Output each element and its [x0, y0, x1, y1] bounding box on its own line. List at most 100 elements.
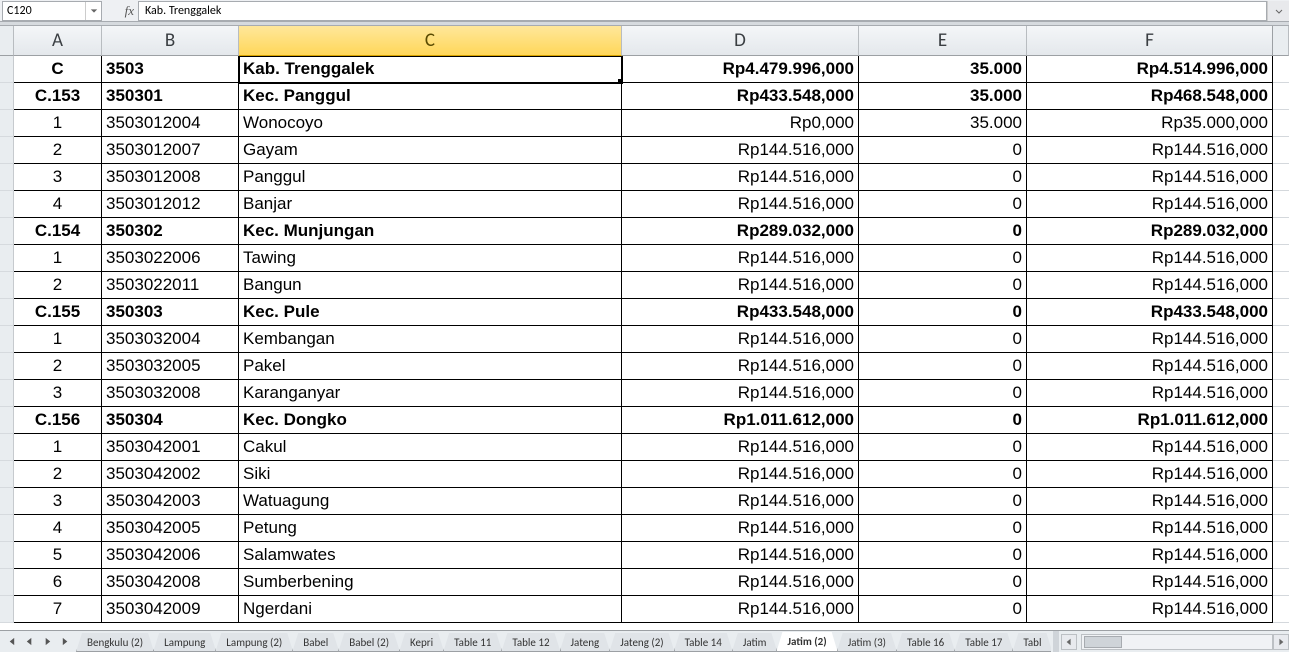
cell[interactable]: Rp144.516,000	[622, 191, 859, 218]
col-header-D[interactable]: D	[622, 26, 859, 56]
cell[interactable]: Watuagung	[239, 488, 622, 515]
cell[interactable]: 0	[859, 353, 1027, 380]
cell[interactable]: 7	[14, 596, 102, 623]
cell[interactable]: Cakul	[239, 434, 622, 461]
sheet-tab[interactable]: Lampung	[153, 633, 216, 652]
cell[interactable]: Rp144.516,000	[1027, 164, 1273, 191]
sheet-tab[interactable]: Babel	[292, 633, 339, 652]
cell[interactable]: 0	[859, 596, 1027, 623]
col-header-E[interactable]: E	[859, 26, 1027, 56]
cell[interactable]: 3503042006	[102, 542, 239, 569]
cell[interactable]: C	[14, 56, 102, 83]
cell[interactable]: Rp144.516,000	[622, 380, 859, 407]
cell[interactable]: Gayam	[239, 137, 622, 164]
cell[interactable]: Ngerdani	[239, 596, 622, 623]
cell[interactable]: Rp1.011.612,000	[622, 407, 859, 434]
col-header-F[interactable]: F	[1027, 26, 1273, 56]
cell[interactable]: Kab. Trenggalek	[239, 56, 622, 83]
hscroll-left-button[interactable]	[1061, 634, 1077, 650]
cell[interactable]: Rp144.516,000	[1027, 380, 1273, 407]
cell[interactable]: Kec. Pule	[239, 299, 622, 326]
cell[interactable]: Rp4.479.996,000	[622, 56, 859, 83]
cell[interactable]: 5	[14, 542, 102, 569]
sheet-tab[interactable]: Jatim (3)	[837, 633, 897, 652]
cell[interactable]: 3503042008	[102, 569, 239, 596]
cell[interactable]: 3503032005	[102, 353, 239, 380]
cell[interactable]: Rp144.516,000	[1027, 353, 1273, 380]
cell[interactable]: Rp289.032,000	[622, 218, 859, 245]
cell[interactable]: Rp1.011.612,000	[1027, 407, 1273, 434]
sheet-tab[interactable]: Jatim	[732, 633, 778, 652]
hscroll-thumb[interactable]	[1084, 636, 1122, 648]
row-gutter[interactable]	[0, 164, 14, 191]
cell[interactable]: 3503	[102, 56, 239, 83]
cell[interactable]: Petung	[239, 515, 622, 542]
horizontal-scrollbar[interactable]	[1061, 631, 1289, 652]
cell[interactable]: Rp144.516,000	[622, 596, 859, 623]
cell[interactable]: 3503032004	[102, 326, 239, 353]
cell[interactable]: 0	[859, 542, 1027, 569]
name-box[interactable]: C120	[2, 1, 102, 21]
sheet-tab[interactable]: Jateng	[560, 633, 611, 652]
cell[interactable]: Rp468.548,000	[1027, 83, 1273, 110]
name-box-dropdown-icon[interactable]	[85, 2, 101, 20]
cell[interactable]: Rp144.516,000	[1027, 245, 1273, 272]
cell[interactable]: 0	[859, 272, 1027, 299]
cell[interactable]: 1	[14, 245, 102, 272]
cell[interactable]: 350301	[102, 83, 239, 110]
cell[interactable]: Rp433.548,000	[1027, 299, 1273, 326]
hscroll-track[interactable]	[1081, 634, 1273, 650]
cell[interactable]: Rp144.516,000	[1027, 542, 1273, 569]
tab-nav-next[interactable]	[39, 634, 55, 650]
cell[interactable]: 350303	[102, 299, 239, 326]
hscroll-right-button[interactable]	[1273, 634, 1289, 650]
cell[interactable]: 1	[14, 110, 102, 137]
sheet-tab[interactable]: Tabl	[1012, 633, 1051, 652]
cell[interactable]: Rp144.516,000	[622, 164, 859, 191]
cell[interactable]: Banjar	[239, 191, 622, 218]
row-gutter[interactable]	[0, 353, 14, 380]
sheet-tab[interactable]: Table 16	[896, 633, 955, 652]
sheet-tab[interactable]: Jateng (2)	[609, 633, 674, 652]
cell[interactable]: 0	[859, 326, 1027, 353]
row-gutter[interactable]	[0, 272, 14, 299]
formula-expand-button[interactable]	[1267, 1, 1289, 21]
cell[interactable]: 0	[859, 245, 1027, 272]
cell[interactable]: 3503042001	[102, 434, 239, 461]
col-header-A[interactable]: A	[14, 26, 102, 56]
cell[interactable]: 3503012008	[102, 164, 239, 191]
cell[interactable]: Rp433.548,000	[622, 299, 859, 326]
cell[interactable]: C.153	[14, 83, 102, 110]
cell[interactable]: Wonocoyo	[239, 110, 622, 137]
sheet-tab[interactable]: Table 17	[954, 633, 1013, 652]
row-gutter[interactable]	[0, 191, 14, 218]
cell[interactable]: 3503012004	[102, 110, 239, 137]
cell[interactable]: C.154	[14, 218, 102, 245]
cell[interactable]: Rp144.516,000	[1027, 434, 1273, 461]
cell[interactable]: Rp433.548,000	[622, 83, 859, 110]
cell[interactable]: C.156	[14, 407, 102, 434]
cell[interactable]: 0	[859, 137, 1027, 164]
select-all-corner[interactable]	[0, 26, 14, 56]
cell[interactable]: 35.000	[859, 110, 1027, 137]
cell[interactable]: Rp144.516,000	[622, 326, 859, 353]
cell[interactable]: Rp144.516,000	[622, 137, 859, 164]
cell[interactable]: Pakel	[239, 353, 622, 380]
grid-area[interactable]: C3503Kab. TrenggalekRp4.479.996,00035.00…	[0, 56, 1289, 629]
tab-scroll-splitter[interactable]	[1053, 631, 1059, 652]
row-gutter[interactable]	[0, 218, 14, 245]
cell[interactable]: Rp289.032,000	[1027, 218, 1273, 245]
sheet-tab[interactable]: Lampung (2)	[215, 633, 293, 652]
tab-nav-last[interactable]	[57, 634, 73, 650]
sheet-tab[interactable]: Bengkulu (2)	[76, 633, 154, 652]
cell[interactable]: Panggul	[239, 164, 622, 191]
cell[interactable]: 4	[14, 191, 102, 218]
cell[interactable]: Rp144.516,000	[622, 542, 859, 569]
sheet-tab[interactable]: Table 11	[443, 633, 502, 652]
cell[interactable]: 0	[859, 191, 1027, 218]
cell[interactable]: 3503022011	[102, 272, 239, 299]
cell[interactable]: Rp144.516,000	[622, 245, 859, 272]
cell[interactable]: Rp144.516,000	[1027, 488, 1273, 515]
cell[interactable]: 2	[14, 272, 102, 299]
cell[interactable]: 3503042002	[102, 461, 239, 488]
